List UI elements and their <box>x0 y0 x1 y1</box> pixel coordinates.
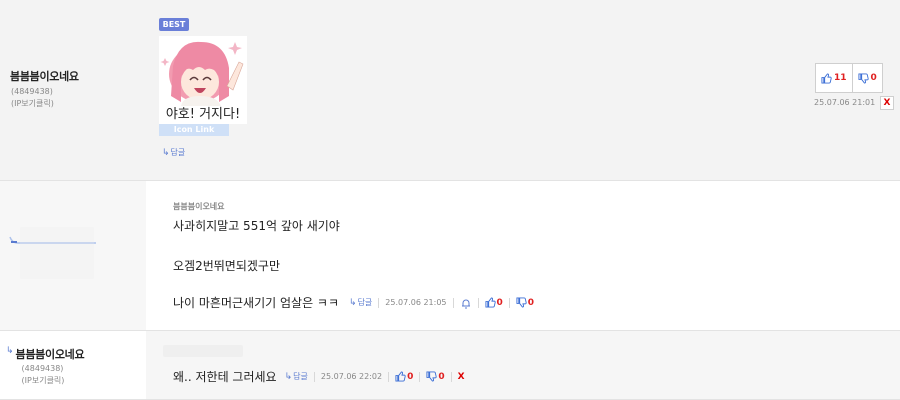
report-bell-icon[interactable] <box>460 297 472 309</box>
like-button[interactable]: 0 <box>484 297 503 308</box>
like-button[interactable]: 11 <box>816 64 852 92</box>
thumb-up-icon <box>484 297 496 308</box>
author-column: ↳ 븜븜븜이오네요 (4849438) (IP보기클릭) <box>0 331 146 399</box>
reply-indent-icon: ↳ <box>6 346 14 356</box>
sticker-caption: 야호! 거지다! <box>159 106 247 124</box>
author-column: 븜븜븜이오네요 (4849438) (IP보기클릭) <box>0 0 146 180</box>
sticker-character-icon <box>159 36 247 106</box>
dislike-button[interactable]: 0 <box>516 297 534 308</box>
dislike-count: 0 <box>438 371 445 382</box>
author-nickname[interactable]: 븜븜븜이오네요 <box>16 346 85 362</box>
reply-arrow-icon: ↳ <box>284 371 293 382</box>
reply-button[interactable]: ↳ 답글 <box>285 371 308 382</box>
author-nickname[interactable]: 븜븜븜이오네요 <box>10 68 79 84</box>
divider <box>378 297 380 308</box>
thumb-down-icon <box>516 297 527 308</box>
thumb-down-icon <box>857 72 869 84</box>
blurred-nickname <box>163 345 243 357</box>
thumb-up-icon <box>821 72 832 84</box>
comment-text-line: 오겜2번뛰면되겠구만 <box>173 259 280 273</box>
comment-date: 25.07.06 21:01 <box>814 98 876 107</box>
best-badge: BEST <box>159 18 189 31</box>
dislike-count: 0 <box>870 73 877 83</box>
divider <box>419 371 421 382</box>
vote-box: 11 0 <box>815 63 883 93</box>
ip-view-link[interactable]: (IP보기클릭) <box>22 375 85 387</box>
like-count: 11 <box>834 73 847 83</box>
like-count: 0 <box>496 297 503 308</box>
delete-button[interactable]: X <box>458 372 465 382</box>
reply-button[interactable]: ↳ 답글 <box>349 297 372 308</box>
blurred-avatar <box>20 227 94 279</box>
author-column <box>0 181 146 330</box>
reply-arrow-icon: ↳ <box>349 297 357 308</box>
reply-button[interactable]: ↳ 답글 <box>162 147 185 158</box>
comment-row-best: 븜븜븜이오네요 (4849438) (IP보기클릭) BEST 야호! 거지다!… <box>0 0 900 181</box>
dislike-count: 0 <box>527 297 535 308</box>
divider <box>477 297 479 308</box>
comment-date: 25.07.06 22:02 <box>320 372 383 381</box>
comment-row: 븜븜븜이오네요 사과히지말고 551억 갚아 새기야 오겜2번뛰면되겠구만 나이… <box>0 181 900 331</box>
divider <box>388 371 390 382</box>
delete-button[interactable]: X <box>880 96 894 110</box>
reply-label: 답글 <box>170 148 186 157</box>
comment-footer: 왜.. 저한테 그러세요 ↳ 답글 25.07.06 22:02 0 0 X <box>173 368 465 385</box>
like-button[interactable]: 0 <box>395 371 413 382</box>
author-id: (4849438) <box>21 364 64 373</box>
divider <box>450 371 452 382</box>
reply-label: 답글 <box>293 372 308 381</box>
reply-arrow-icon: ↳ <box>162 147 170 158</box>
comment-text: 왜.. 저한테 그러세요 <box>173 370 277 384</box>
comment-text-line: 사과히지말고 551억 갚아 새기야 <box>173 219 340 233</box>
ip-view-link[interactable]: (IP보기클릭) <box>11 98 79 110</box>
thumb-up-icon <box>395 371 406 382</box>
reply-label: 답글 <box>357 298 373 307</box>
thumb-down-icon <box>426 371 438 382</box>
dislike-button[interactable]: 0 <box>851 64 882 92</box>
dislike-button[interactable]: 0 <box>426 371 445 382</box>
comment-row: ↳ 븜븜븜이오네요 (4849438) (IP보기클릭) 왜.. 저한테 그러세… <box>0 331 900 400</box>
divider <box>452 297 454 308</box>
author-id: (4849438) <box>11 87 53 96</box>
sticker-image <box>159 36 247 106</box>
icon-link[interactable]: Icon Link <box>159 124 229 136</box>
like-count: 0 <box>407 371 414 382</box>
comment-text-line: 나이 마흔머근새기기 엄살은 ㅋㅋ <box>173 296 340 310</box>
comment-date: 25.07.06 21:05 <box>385 298 447 307</box>
comment-footer: 나이 마흔머근새기기 엄살은 ㅋㅋ ↳ 답글 25.07.06 21:05 0 … <box>173 294 534 311</box>
divider <box>313 371 315 382</box>
divider <box>508 297 510 308</box>
author-nickname[interactable]: 븜븜븜이오네요 <box>173 201 225 213</box>
